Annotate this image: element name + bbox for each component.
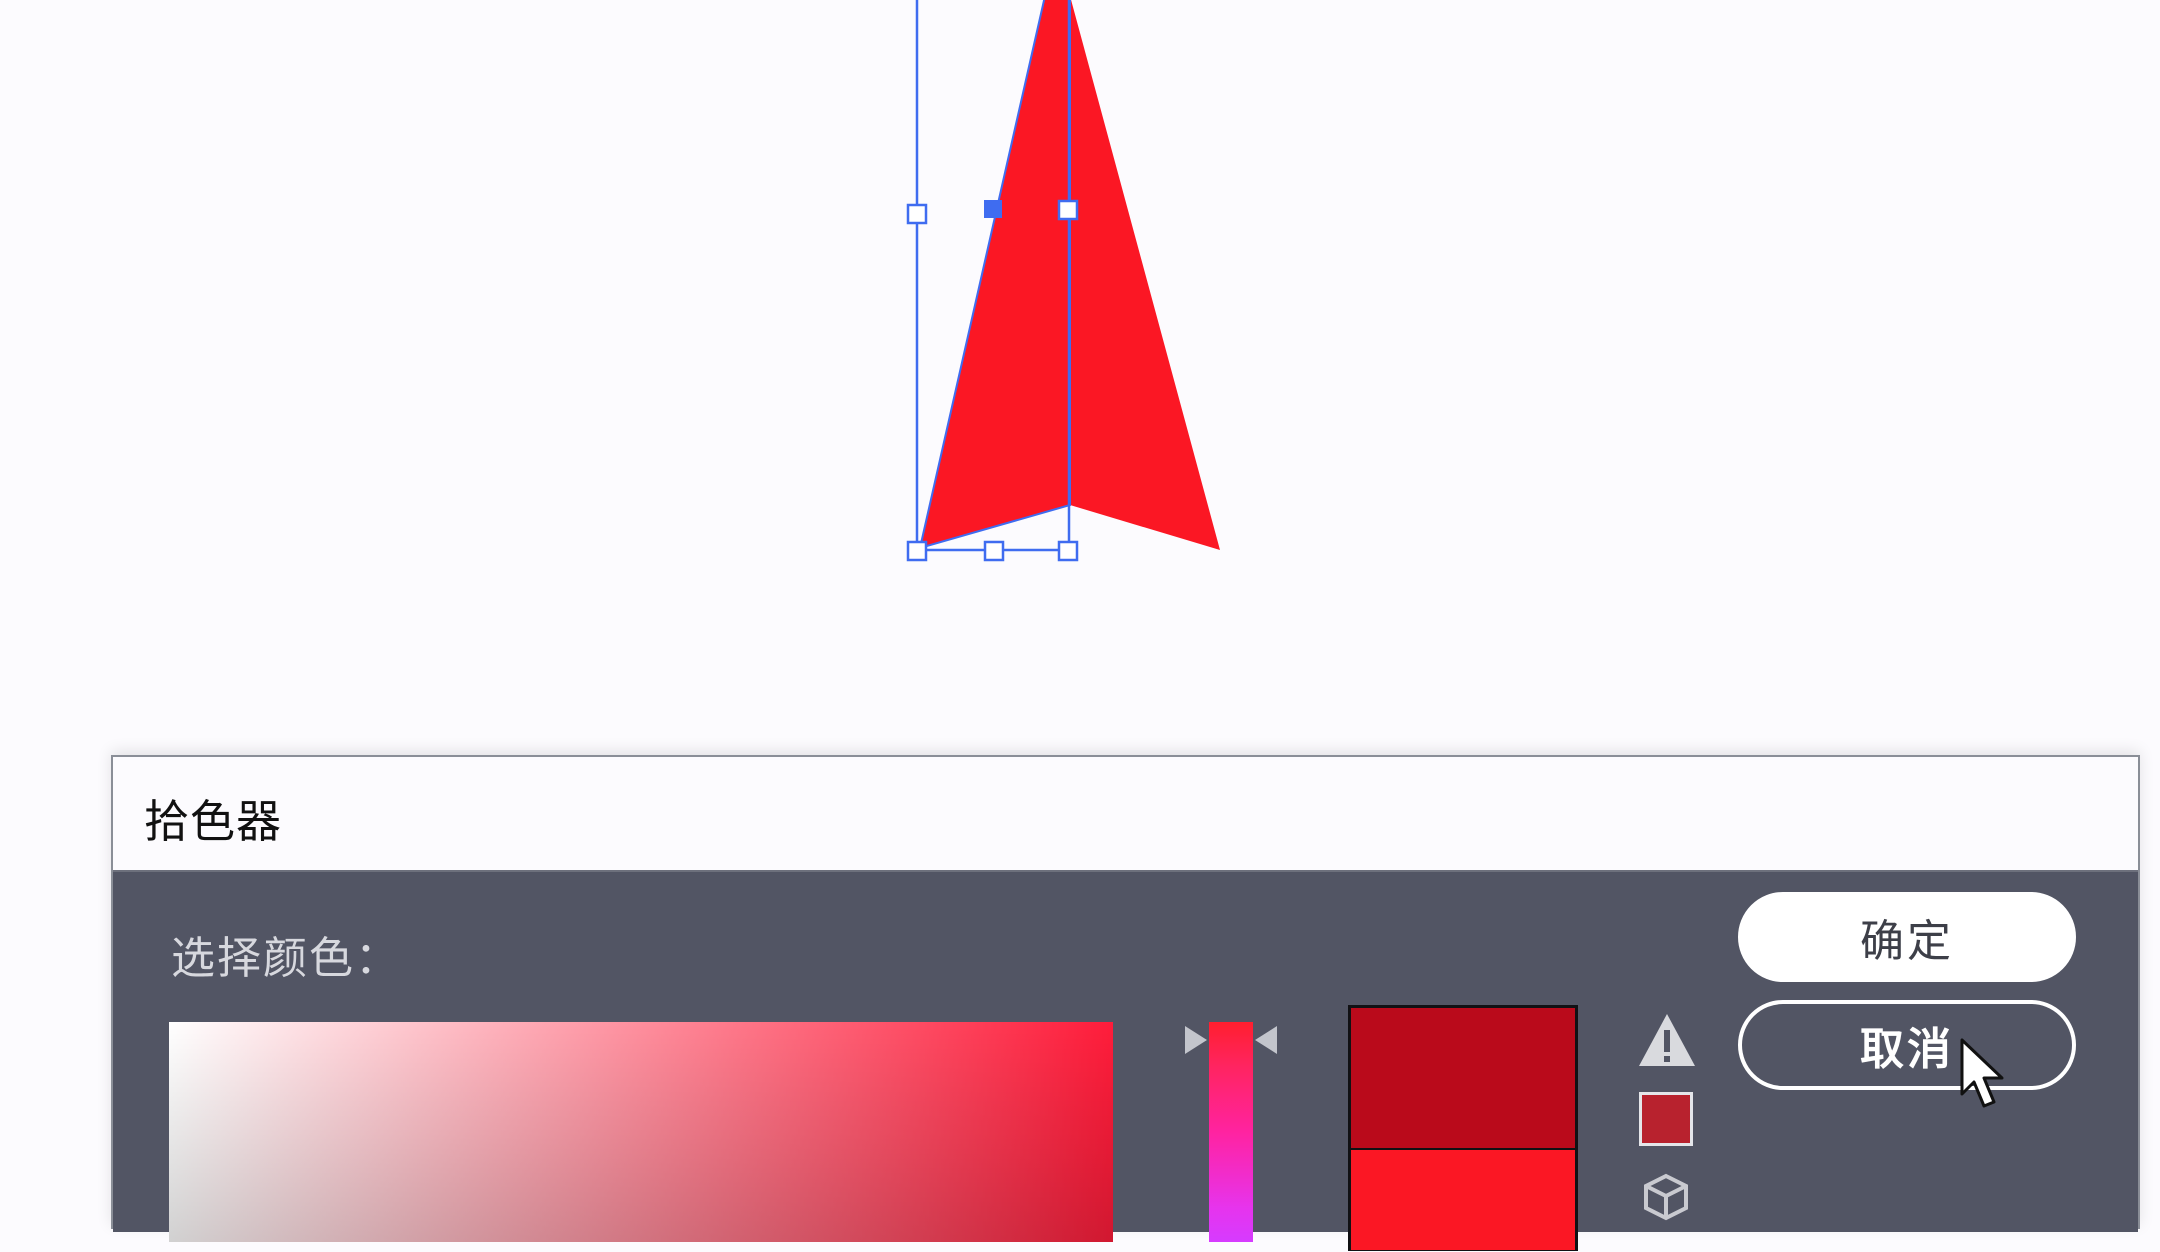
cancel-button[interactable]: 取消 <box>1738 1000 2076 1090</box>
warning-icon[interactable] <box>1637 1012 1697 1068</box>
arrow-shape-left[interactable] <box>918 0 1071 550</box>
color-preview <box>1348 1005 1578 1251</box>
color-picker-dialog: 拾色器 选择颜色： 确定 取消 <box>111 755 2140 1251</box>
color-field[interactable] <box>169 1022 1113 1242</box>
anchor-point[interactable] <box>984 200 1002 218</box>
artwork <box>906 0 1220 562</box>
selection-handle[interactable] <box>1057 540 1079 562</box>
dialog-body: 选择颜色： 确定 取消 <box>113 872 2138 1251</box>
hue-slider[interactable] <box>1185 1022 1277 1242</box>
ok-button[interactable]: 确定 <box>1738 892 2076 982</box>
select-color-label: 选择颜色： <box>171 933 401 984</box>
hue-bar[interactable] <box>1209 1022 1253 1242</box>
gamut-warnings <box>1625 1012 1715 1252</box>
hue-slider-left-arrow-icon[interactable] <box>1185 1026 1207 1054</box>
selection-handle[interactable] <box>906 540 928 562</box>
selection-handle[interactable] <box>1057 199 1079 221</box>
dialog-title: 拾色器 <box>144 795 283 848</box>
dialog-titlebar[interactable]: 拾色器 <box>113 757 2138 872</box>
new-color-swatch <box>1351 1008 1575 1148</box>
arrow-shape-right[interactable] <box>1070 0 1220 550</box>
current-color-swatch[interactable] <box>1351 1150 1575 1250</box>
selection-handle[interactable] <box>983 540 1005 562</box>
hue-slider-right-arrow-icon[interactable] <box>1255 1026 1277 1054</box>
selection-handle[interactable] <box>906 203 928 225</box>
mouse-cursor-icon <box>1960 1038 2004 1108</box>
out-of-gamut-swatch[interactable] <box>1639 1092 1693 1146</box>
